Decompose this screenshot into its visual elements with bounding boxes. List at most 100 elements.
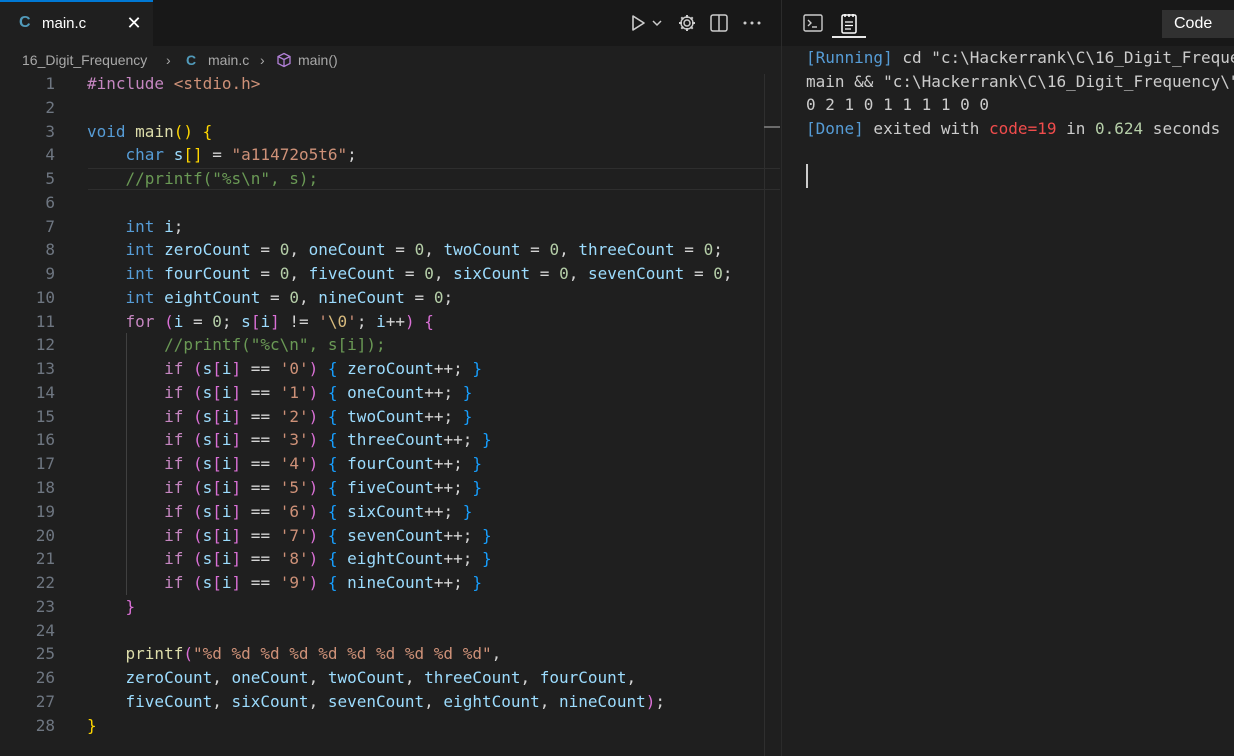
line-number: 18 bbox=[35, 478, 55, 498]
code-text: if (s[i] == '0') { zeroCount++; } bbox=[164, 359, 483, 379]
code-line[interactable]: 2 bbox=[0, 96, 781, 120]
line-number: 26 bbox=[35, 668, 55, 688]
line-number: 9 bbox=[45, 264, 55, 284]
chevron-right-icon: › bbox=[260, 52, 265, 68]
line-number: 24 bbox=[35, 620, 55, 640]
code-text: if (s[i] == '1') { oneCount++; } bbox=[164, 382, 473, 402]
code-text: if (s[i] == '2') { twoCount++; } bbox=[164, 406, 473, 426]
code-text: //printf("%c\n", s[i]); bbox=[164, 335, 386, 355]
code-line[interactable]: 1 #include <stdio.h> bbox=[0, 72, 781, 96]
code-text: char s[] = "a11472o5t6"; bbox=[125, 145, 357, 165]
code-text: if (s[i] == '7') { sevenCount++; } bbox=[164, 525, 492, 545]
output-log-icon[interactable] bbox=[838, 11, 860, 35]
close-icon[interactable]: ✕ bbox=[125, 12, 143, 34]
line-number: 23 bbox=[35, 596, 55, 616]
line-number: 20 bbox=[35, 525, 55, 545]
done-text: in bbox=[1056, 118, 1095, 138]
code-line[interactable]: 23 } bbox=[0, 595, 781, 619]
code-text: for (i = 0; s[i] != '\0'; i++) { bbox=[125, 311, 434, 331]
code-text: if (s[i] == '3') { threeCount++; } bbox=[164, 430, 492, 450]
code-line[interactable]: 25 printf("%d %d %d %d %d %d %d %d %d %d… bbox=[0, 642, 781, 666]
code-text: } bbox=[87, 715, 97, 735]
code-line[interactable]: 21 if (s[i] == '8') { eightCount++; } bbox=[0, 547, 781, 572]
code-text: int eightCount = 0, nineCount = 0; bbox=[125, 287, 454, 307]
text-cursor bbox=[806, 164, 808, 188]
gear-icon[interactable] bbox=[676, 12, 698, 34]
code-line[interactable]: 11 for (i = 0; s[i] != '\0'; i++) { bbox=[0, 310, 781, 334]
exit-code: code=19 bbox=[989, 118, 1057, 138]
done-text: exited with bbox=[863, 118, 990, 138]
terminal-icon[interactable] bbox=[802, 12, 824, 34]
code-line[interactable]: 5 //printf("%s\n", s); bbox=[0, 167, 781, 191]
tab-label: main.c bbox=[42, 15, 87, 32]
code-line[interactable]: 15 if (s[i] == '2') { twoCount++; } bbox=[0, 404, 781, 429]
code-line[interactable]: 4 char s[] = "a11472o5t6"; bbox=[0, 143, 781, 167]
code-text: if (s[i] == '4') { fourCount++; } bbox=[164, 454, 483, 474]
code-line[interactable]: 12 //printf("%c\n", s[i]); bbox=[0, 333, 781, 358]
line-number: 8 bbox=[45, 240, 55, 260]
tab-main-c[interactable]: C main.c ✕ bbox=[0, 0, 153, 46]
line-number: 16 bbox=[35, 430, 55, 450]
output-channel-select[interactable]: Code bbox=[1162, 10, 1234, 38]
line-number: 3 bbox=[45, 121, 55, 141]
line-number: 15 bbox=[35, 406, 55, 426]
output-pane: Code [Running] cd "c:\Hackerrank\C\16_Di… bbox=[781, 0, 1234, 756]
output-line: [Running] cd "c:\Hackerrank\C\16_Digit_F… bbox=[806, 46, 1234, 70]
code-text: if (s[i] == '6') { sixCount++; } bbox=[164, 501, 473, 521]
line-number: 13 bbox=[35, 359, 55, 379]
editor-pane: C main.c ✕ 16_Digit_Frequency › C main.c… bbox=[0, 0, 781, 756]
line-number: 2 bbox=[45, 97, 55, 117]
code-line[interactable]: 26 zeroCount, oneCount, twoCount, threeC… bbox=[0, 666, 781, 690]
running-label: [Running] bbox=[806, 48, 893, 67]
c-file-icon: C bbox=[186, 52, 197, 68]
code-line[interactable]: 14 if (s[i] == '1') { oneCount++; } bbox=[0, 380, 781, 405]
line-number: 28 bbox=[35, 715, 55, 735]
line-number: 25 bbox=[35, 644, 55, 664]
code-line[interactable]: 28} bbox=[0, 714, 781, 738]
output-line: [Done] exited with code=19 in 0.624 seco… bbox=[806, 117, 1234, 141]
done-text: seconds bbox=[1143, 118, 1221, 138]
line-number: 22 bbox=[35, 573, 55, 593]
code-line[interactable]: 8 int zeroCount = 0, oneCount = 0, twoCo… bbox=[0, 238, 781, 262]
line-number: 11 bbox=[35, 311, 55, 331]
code-line[interactable]: 3 void main() { bbox=[0, 120, 781, 144]
breadcrumb-symbol[interactable]: main() bbox=[298, 52, 338, 68]
code-text: if (s[i] == '5') { fiveCount++; } bbox=[164, 478, 483, 498]
code-text: printf("%d %d %d %d %d %d %d %d %d %d", bbox=[125, 644, 502, 664]
elapsed-time: 0.624 bbox=[1095, 118, 1144, 138]
code-text: if (s[i] == '9') { nineCount++; } bbox=[164, 573, 483, 593]
code-text: void main() { bbox=[87, 121, 213, 141]
code-line[interactable]: 16 if (s[i] == '3') { threeCount++; } bbox=[0, 428, 781, 453]
code-line[interactable]: 10 int eightCount = 0, nineCount = 0; bbox=[0, 286, 781, 310]
code-line[interactable]: 7 int i; bbox=[0, 215, 781, 239]
code-line[interactable]: 9 int fourCount = 0, fiveCount = 0, sixC… bbox=[0, 262, 781, 286]
done-label: [Done] bbox=[806, 118, 864, 138]
split-editor-icon[interactable] bbox=[708, 12, 730, 34]
run-icon[interactable] bbox=[627, 12, 649, 34]
code-line[interactable]: 13 if (s[i] == '0') { zeroCount++; } bbox=[0, 357, 781, 381]
code-text: int zeroCount = 0, oneCount = 0, twoCoun… bbox=[125, 240, 723, 260]
more-icon[interactable] bbox=[741, 12, 763, 34]
code-line[interactable]: 27 fiveCount, sixCount, sevenCount, eigh… bbox=[0, 690, 781, 714]
chevron-right-icon: › bbox=[166, 52, 171, 68]
code-text: #include <stdio.h> bbox=[87, 74, 261, 93]
chevron-down-icon[interactable] bbox=[650, 12, 664, 34]
line-number: 14 bbox=[35, 382, 55, 402]
code-line[interactable]: 18 if (s[i] == '5') { fiveCount++; } bbox=[0, 476, 781, 500]
line-number: 6 bbox=[45, 192, 55, 212]
breadcrumb-folder[interactable]: 16_Digit_Frequency bbox=[22, 52, 147, 68]
breadcrumb-file[interactable]: main.c bbox=[208, 52, 249, 68]
code-line[interactable]: 24 bbox=[0, 619, 781, 643]
c-file-icon: C bbox=[19, 14, 31, 31]
code-line[interactable]: 20 if (s[i] == '7') { sevenCount++; } bbox=[0, 523, 781, 548]
code-area[interactable]: 1 #include <stdio.h> 2 3 void main() {4 char… bbox=[0, 72, 781, 737]
code-line[interactable]: 17 if (s[i] == '4') { fourCount++; } bbox=[0, 452, 781, 477]
code-text: zeroCount, oneCount, twoCount, threeCoun… bbox=[125, 668, 637, 688]
code-text: } bbox=[125, 596, 136, 616]
line-number: 19 bbox=[35, 501, 55, 521]
code-line[interactable]: 22 if (s[i] == '9') { nineCount++; } bbox=[0, 571, 781, 595]
code-line[interactable]: 6 bbox=[0, 191, 781, 215]
line-number: 12 bbox=[35, 335, 55, 355]
code-line[interactable]: 19 if (s[i] == '6') { sixCount++; } bbox=[0, 499, 781, 524]
line-number: 27 bbox=[35, 691, 55, 711]
